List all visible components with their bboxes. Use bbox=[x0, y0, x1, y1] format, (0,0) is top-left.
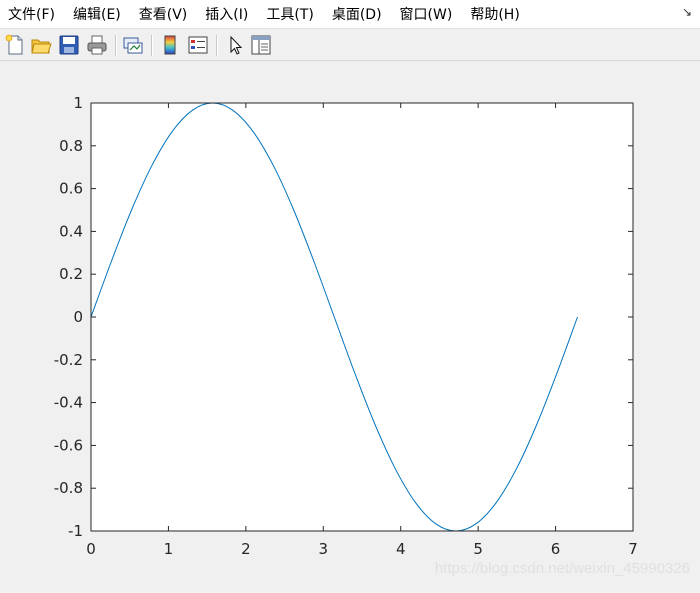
property-inspector-icon[interactable] bbox=[250, 34, 272, 56]
insert-colorbar-icon[interactable] bbox=[159, 34, 181, 56]
y-tick-label: 0.6 bbox=[59, 180, 83, 198]
menu-item[interactable]: 帮助(H) bbox=[461, 4, 528, 24]
x-tick-label: 7 bbox=[628, 540, 638, 558]
x-tick-label: 3 bbox=[319, 540, 329, 558]
watermark: https://blog.csdn.net/weixin_45990326 bbox=[434, 560, 690, 577]
new-figure-icon[interactable] bbox=[4, 34, 26, 56]
y-tick-label: 1 bbox=[73, 94, 83, 112]
y-tick-label: -0.4 bbox=[54, 394, 83, 412]
y-tick-label: 0.8 bbox=[59, 137, 83, 155]
menu-item[interactable]: 编辑(E) bbox=[64, 4, 130, 24]
x-tick-label: 1 bbox=[164, 540, 174, 558]
select-cursor-icon[interactable] bbox=[224, 34, 246, 56]
menu-item[interactable]: 查看(V) bbox=[130, 4, 197, 24]
y-tick-label: 0 bbox=[73, 308, 83, 326]
menu-item[interactable]: 窗口(W) bbox=[391, 4, 462, 24]
axes-background bbox=[91, 103, 633, 531]
toolbar-separator bbox=[216, 35, 218, 56]
figure-toolbar bbox=[0, 30, 700, 61]
menu-item[interactable]: 工具(T) bbox=[257, 4, 322, 24]
y-tick-label: 0.4 bbox=[59, 222, 83, 240]
menu-item[interactable]: 文件(F) bbox=[0, 4, 64, 24]
menu-item[interactable]: 桌面(D) bbox=[323, 4, 391, 24]
open-file-icon[interactable] bbox=[30, 34, 52, 56]
y-tick-label: -0.8 bbox=[54, 479, 83, 497]
save-icon[interactable] bbox=[58, 34, 80, 56]
sine-plot[interactable]: 0 1 2 3 4 5 6 7 1 0.8 0.6 0.4 0.2 0 -0.2 -0.4 -0.6 -0.8 -1 bbox=[0, 62, 700, 589]
menu-item[interactable]: 插入(I) bbox=[196, 4, 257, 24]
insert-legend-icon[interactable] bbox=[187, 34, 209, 56]
y-tick-label: -0.6 bbox=[54, 436, 83, 454]
y-tick-label: -0.2 bbox=[54, 351, 83, 369]
menu-bar: 文件(F) 编辑(E) 查看(V) 插入(I) 工具(T) 桌面(D) 窗口(W) 帮助(H)… bbox=[0, 0, 700, 29]
toolbar-separator bbox=[115, 35, 117, 56]
figure-canvas[interactable]: 0 1 2 3 4 5 6 7 1 0.8 0.6 0.4 0.2 0 -0.2 -0.4 -0.6 -0.8 -1 bbox=[0, 62, 700, 589]
x-tick-label: 2 bbox=[241, 540, 251, 558]
x-tick-label: 4 bbox=[396, 540, 406, 558]
dock-arrow-icon[interactable]: ↘ bbox=[682, 5, 692, 19]
print-icon[interactable] bbox=[86, 34, 108, 56]
toolbar-separator bbox=[151, 35, 153, 56]
x-tick-label: 0 bbox=[86, 540, 96, 558]
y-tick-label: 0.2 bbox=[59, 265, 83, 283]
x-tick-label: 5 bbox=[473, 540, 483, 558]
y-tick-label: -1 bbox=[68, 522, 83, 540]
link-plot-icon[interactable] bbox=[122, 34, 144, 56]
x-tick-label: 6 bbox=[551, 540, 561, 558]
